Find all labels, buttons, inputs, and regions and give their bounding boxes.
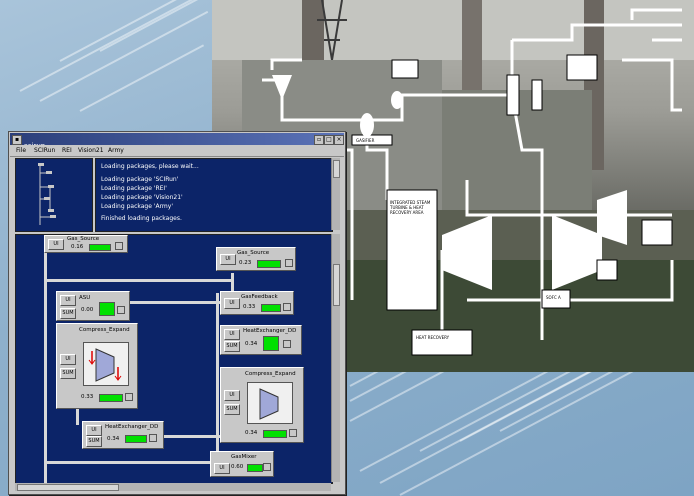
network-canvas[interactable]: UI Gas_Source 0.16 UI Gas_Source 0.23 UI… <box>15 234 333 484</box>
module-heatexchanger[interactable]: UI SUM HeatExchanger_DD 0.34 <box>82 421 164 449</box>
ui-button[interactable]: UI <box>224 298 240 309</box>
module-progress-value: 0.16 <box>71 244 84 250</box>
module-progress-bar <box>257 260 281 268</box>
module-title: GasFeedback <box>241 294 278 300</box>
module-progress-value: 0.34 <box>245 430 258 436</box>
connection-pipe <box>231 273 234 293</box>
ui-button[interactable]: UI <box>214 463 230 474</box>
module-progress-value: 0.60 <box>231 464 244 470</box>
log-line: Loading package 'Vision21' <box>101 194 183 201</box>
module-status-indicator <box>283 340 291 348</box>
module-gas-source[interactable]: UI Gas_Source 0.16 <box>44 235 128 253</box>
diagram-label-block: INTEGRATED STEAM TURBINE & HEAT RECOVERY… <box>390 200 431 215</box>
module-gasfeedback[interactable]: UI GasFeedback 0.33 <box>220 291 294 315</box>
scirun-window: scirun ▪ ▫ □ × File SCIRun REI Vision21 … <box>8 131 346 495</box>
window-menu-icon[interactable]: ▪ <box>12 135 22 145</box>
module-progress-value: 0.33 <box>81 394 94 400</box>
module-status-indicator <box>283 303 291 311</box>
module-progress-value: 0.34 <box>107 436 120 442</box>
menu-scirun[interactable]: SCIRun <box>34 145 55 156</box>
module-title: Compress_Expand <box>79 327 130 333</box>
log-line: Loading package 'REI' <box>101 185 167 192</box>
menu-bar: File SCIRun REI Vision21 Army <box>10 145 344 157</box>
canvas-horizontal-scrollbar[interactable] <box>15 483 331 491</box>
log-line: Loading package 'Army' <box>101 203 173 210</box>
module-progress-bar <box>263 430 287 438</box>
module-status-indicator <box>289 429 297 437</box>
module-progress-value: 0.23 <box>239 260 252 266</box>
log-scrollbar-thumb[interactable] <box>333 160 340 178</box>
ui-button[interactable]: UI <box>86 425 102 436</box>
menu-rei[interactable]: REI <box>62 145 72 156</box>
module-progress-value: 0.33 <box>243 304 256 310</box>
log-line: Loading package 'SCIRun' <box>101 176 179 183</box>
minimize-icon[interactable]: ▫ <box>314 135 324 145</box>
ui-button[interactable]: UI <box>60 354 76 365</box>
sum-button[interactable]: SUM <box>86 436 102 447</box>
module-status-indicator <box>285 259 293 267</box>
ui-button[interactable]: UI <box>220 254 236 265</box>
sum-button[interactable]: SUM <box>60 308 76 319</box>
canvas-horizontal-thumb[interactable] <box>17 484 119 491</box>
network-minimap[interactable] <box>15 158 93 232</box>
connection-pipe <box>156 435 226 438</box>
compressor-icon <box>83 342 129 386</box>
ui-button[interactable]: UI <box>48 239 64 250</box>
canvas-vertical-scrollbar[interactable] <box>331 234 340 482</box>
sum-button[interactable]: SUM <box>224 404 240 415</box>
ui-button[interactable]: UI <box>224 329 240 340</box>
module-title: HeatExchanger_DD <box>105 424 159 430</box>
module-gas-source[interactable]: UI Gas_Source 0.23 <box>216 247 296 271</box>
module-title: HeatExchanger_DD <box>243 328 297 334</box>
connection-pipe <box>44 279 234 282</box>
module-status-indicator <box>263 463 271 471</box>
module-asu[interactable]: UI SUM ASU 0.00 <box>56 291 130 321</box>
module-status-indicator <box>117 306 125 314</box>
module-progress-bar <box>99 394 123 402</box>
compressor-icon <box>247 382 293 424</box>
module-title: Compress_Expand <box>245 371 296 377</box>
sum-button[interactable]: SUM <box>60 368 76 379</box>
menu-army[interactable]: Army <box>108 145 124 156</box>
module-progress-value: 0.34 <box>245 341 258 347</box>
module-progress-bar <box>89 244 111 251</box>
module-heatexchanger[interactable]: UI SUM HeatExchanger_DD 0.34 <box>220 325 302 355</box>
module-progress-bar <box>247 464 263 472</box>
module-compress-expand[interactable]: Compress_Expand UI SUM 0.33 <box>56 323 138 409</box>
module-title: Gas_Source <box>67 236 100 242</box>
log-scrollbar[interactable] <box>331 158 340 230</box>
canvas-vertical-thumb[interactable] <box>333 264 340 306</box>
module-status-indicator <box>125 393 133 401</box>
log-line: Loading packages, please wait... <box>101 163 199 170</box>
module-progress-bar <box>99 302 115 316</box>
module-title: GasMixer <box>231 454 257 460</box>
ui-button[interactable]: UI <box>60 295 76 306</box>
module-status-indicator <box>149 434 157 442</box>
module-gasmixer[interactable]: UI GasMixer 0.60 <box>210 451 274 477</box>
menu-vision21[interactable]: Vision21 <box>78 145 104 156</box>
diagram-label-gasifier: GASIFIER <box>356 138 375 143</box>
module-title: ASU <box>79 295 91 301</box>
module-title: Gas_Source <box>237 250 270 256</box>
connection-pipe <box>126 301 221 304</box>
module-status-indicator <box>115 242 123 250</box>
log-line: Finished loading packages. <box>101 215 182 222</box>
window-titlebar[interactable]: scirun ▪ ▫ □ × <box>10 133 344 150</box>
connection-pipe <box>216 293 219 453</box>
sum-button[interactable]: SUM <box>224 341 240 352</box>
module-progress-bar <box>263 336 279 351</box>
diagram-label-heat-recovery: HEAT RECOVERY <box>416 335 450 340</box>
menu-file[interactable]: File <box>16 145 26 156</box>
close-icon[interactable]: × <box>334 135 344 145</box>
minimap-graph <box>38 163 56 225</box>
module-progress-bar <box>125 435 147 443</box>
module-progress-value: 0.00 <box>81 307 94 313</box>
module-progress-bar <box>261 304 281 312</box>
maximize-icon[interactable]: □ <box>324 135 334 145</box>
ui-button[interactable]: UI <box>224 390 240 401</box>
connection-pipe <box>44 253 47 483</box>
module-compress-expand[interactable]: Compress_Expand UI SUM 0.34 <box>220 367 304 443</box>
message-log: Loading packages, please wait... Loading… <box>95 158 333 232</box>
diagram-label-sofc: SOFC A <box>546 295 561 300</box>
